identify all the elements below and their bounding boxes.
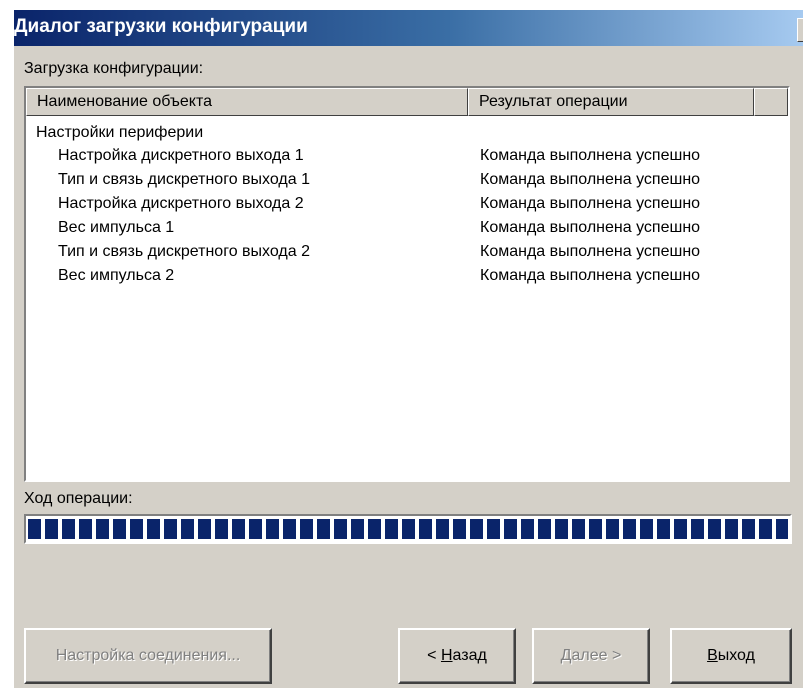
close-button[interactable]: × xyxy=(797,18,803,42)
item-result: Команда выполнена успешно xyxy=(480,267,701,284)
item-name: Тип и связь дискретного выхода 1 xyxy=(58,171,310,188)
connection-settings-label: Настройка соединения... xyxy=(55,647,241,664)
progress-fill xyxy=(28,519,788,539)
list-item[interactable]: Вес импульса 1 Команда выполнена успешно xyxy=(26,219,786,242)
item-result: Команда выполнена успешно xyxy=(480,243,701,260)
results-list[interactable]: Наименование объекта Результат операции … xyxy=(24,86,790,482)
item-name: Тип и связь дискретного выхода 2 xyxy=(58,243,310,260)
list-header: Наименование объекта Результат операции xyxy=(26,88,788,116)
list-item[interactable]: Настройка дискретного выхода 2 Команда в… xyxy=(26,195,786,218)
column-header-result[interactable]: Результат операции xyxy=(468,88,754,116)
column-header-empty[interactable] xyxy=(754,88,788,116)
progress-label: Ход операции: xyxy=(24,490,133,507)
next-rest: алее > xyxy=(571,647,622,664)
item-result: Команда выполнена успешно xyxy=(480,219,701,236)
list-item[interactable]: Настройка дискретного выхода 1 Команда в… xyxy=(26,147,786,170)
group-label[interactable]: Настройки периферии xyxy=(36,124,203,142)
item-name: Вес импульса 1 xyxy=(58,219,175,236)
progress-bar xyxy=(24,514,792,544)
back-hotkey: Н xyxy=(440,647,453,664)
back-rest: азад xyxy=(452,647,487,664)
item-result: Команда выполнена успешно xyxy=(480,171,701,188)
back-button[interactable]: < Назад xyxy=(398,628,516,684)
config-load-dialog: Диалог загрузки конфигурации × Загрузка … xyxy=(0,0,803,688)
item-result: Команда выполнена успешно xyxy=(480,195,701,212)
background-left xyxy=(0,0,14,688)
exit-button[interactable]: Выход xyxy=(670,628,792,684)
section-label: Загрузка конфигурации: xyxy=(24,60,204,77)
background-top xyxy=(0,0,803,10)
title-bar[interactable]: Диалог загрузки конфигурации × xyxy=(14,10,803,46)
column-header-object[interactable]: Наименование объекта xyxy=(26,88,468,116)
list-item[interactable]: Вес импульса 2 Команда выполнена успешно xyxy=(26,267,786,290)
item-name: Вес импульса 2 xyxy=(58,267,175,284)
exit-rest: ыход xyxy=(717,647,755,664)
list-item[interactable]: Тип и связь дискретного выхода 2 Команда… xyxy=(26,243,786,266)
item-name: Настройка дискретного выхода 1 xyxy=(58,147,304,164)
back-prefix: < xyxy=(427,647,441,664)
next-button[interactable]: Далее > xyxy=(532,628,650,684)
window-title: Диалог загрузки конфигурации xyxy=(14,16,308,37)
next-hotkey: Д xyxy=(560,647,572,664)
item-name: Настройка дискретного выхода 2 xyxy=(58,195,304,212)
connection-settings-button[interactable]: Настройка соединения... xyxy=(24,628,272,684)
item-result: Команда выполнена успешно xyxy=(480,147,701,164)
list-item[interactable]: Тип и связь дискретного выхода 1 Команда… xyxy=(26,171,786,194)
exit-hotkey: В xyxy=(707,647,718,664)
